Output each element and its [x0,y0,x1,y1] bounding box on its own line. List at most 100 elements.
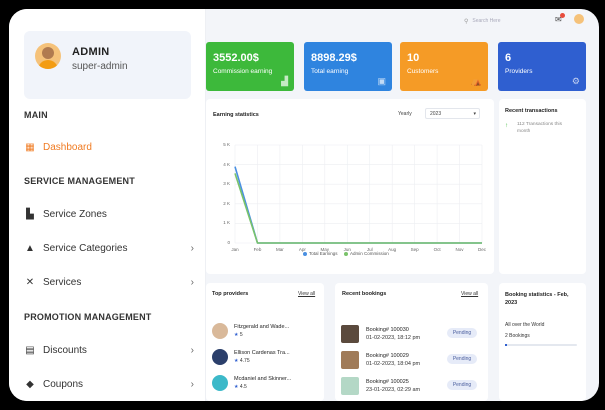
booking-row[interactable]: Booking# 100025 23-01-2023, 02:29 am Pendi… [341,376,481,398]
sidebar-item-label: Coupons [43,378,84,390]
rating-value: 4.75 [239,358,250,364]
arrow-up-icon: ↑ [505,123,508,129]
card-label: Commission earning [213,68,273,75]
provider-name: Mcdaniel and Skinner... [234,376,292,382]
avatar [35,43,61,69]
booking-row[interactable]: Booking# 100029 01-02-2023, 18:04 pm Pendi… [341,350,481,372]
card-value: 6 [505,52,512,64]
sidebar-item-label: Discounts [43,344,87,356]
user-avatar[interactable] [574,14,584,24]
card-value: 3552.00$ [213,52,259,64]
view-all-link[interactable]: View all [461,291,478,297]
panel-title: Top providers [212,291,249,297]
star-icon: ★ [234,332,239,338]
series-line-admin-commission [234,173,482,244]
legend-swatch [344,251,348,256]
provider-avatar [212,323,228,339]
status-badge: Pending [447,354,477,364]
legend-label: Total Earnings [309,251,338,256]
provider-row[interactable]: Ellison Cardenas Tra... ★ 4.75 [212,347,332,367]
sidebar-item-services[interactable]: ✕ Services › [24,273,194,291]
earning-statistics-panel: Earning statistics Yearly 2023 ▾ 5 K4 K3… [206,99,494,274]
y-tick-label: 3 K [223,181,230,187]
booking-count: 2 Bookings [505,333,530,339]
section-promotion-management: PROMOTION MANAGEMENT [24,312,152,322]
series-line-total-earnings [234,166,482,244]
booking-progress-bar [505,344,577,346]
legend-total-earnings: Total Earnings [303,251,338,256]
panel-title: Booking statistics - Feb, 2023 [505,292,569,306]
chevron-right-icon: › [190,276,194,288]
profile-name: ADMIN [72,46,110,58]
search-icon: ⚲ [464,18,469,25]
provider-row[interactable]: Mcdaniel and Skinner... ★ 4.5 [212,373,332,393]
sidebar-item-dashboard[interactable]: ▦ Dashboard [24,138,194,156]
card-value: 8898.29$ [311,52,357,64]
profile-card[interactable]: ADMIN super-admin [24,31,191,99]
booking-row[interactable]: Booking# 100030 01-02-2023, 18:12 pm Pendi… [341,324,481,346]
y-tick-label: 4 K [223,161,230,167]
top-providers-panel: Top providers View all Fitzgerald and Wa… [206,283,324,401]
booking-statistics-panel: Booking statistics - Feb, 2023 All over … [499,283,586,401]
y-tick-label: 5 K [223,142,230,147]
map-icon: ▙ [26,208,34,220]
card-label: Total earning [311,68,349,75]
gear-icon: ⚙ [571,76,580,86]
search-placeholder: Search Here [472,18,501,24]
chevron-right-icon: › [190,378,194,390]
x-tick-label: Nov [455,247,464,252]
status-badge: Pending [447,328,477,338]
booking-id: Booking# 100029 [366,353,409,359]
panel-title: Recent transactions [505,108,558,114]
sidebar-item-service-categories[interactable]: ▲ Service Categories › [24,239,194,257]
providers-card[interactable]: 6 Providers ⚙ [498,42,586,91]
chart-icon: ▟ [281,76,288,86]
booking-id: Booking# 100030 [366,327,409,333]
recent-bookings-panel: Recent bookings View all Booking# 100030… [335,283,488,401]
shapes-icon: ▲ [25,242,35,254]
view-all-link[interactable]: View all [298,291,315,297]
booking-id: Booking# 100025 [366,379,409,385]
section-service-management: SERVICE MANAGEMENT [24,176,135,186]
provider-avatar [212,375,228,391]
region-label: All over the World [505,322,545,328]
booking-date: 23-01-2023, 02:29 am [366,387,421,393]
legend-swatch [303,251,307,256]
users-icon: ⛺ [470,76,482,86]
provider-row[interactable]: Fitzgerald and Wade... ★ 5 [212,321,332,341]
provider-name: Fitzgerald and Wade... [234,324,290,330]
dashboard-icon: ▦ [25,141,35,153]
x-tick-label: Feb [253,247,262,252]
transactions-count: 112 Transactions this month [517,122,562,134]
search-input[interactable]: ⚲ Search Here [464,15,546,27]
sidebar: ADMIN super-admin MAIN ▦ Dashboard SERVI… [9,9,206,401]
y-tick-label: 2 K [223,200,230,206]
notification-badge [560,13,565,18]
chevron-right-icon: › [190,344,194,356]
provider-rating: ★ 5 [234,332,243,338]
x-tick-label: Jan [231,247,239,252]
topbar: ⚲ Search Here ✉ [206,9,599,33]
commission-earning-card[interactable]: 3552.00$ Commission earning ▟ [206,42,294,91]
x-tick-label: Dec [477,247,486,252]
booking-image [341,377,359,395]
provider-rating: ★ 4.75 [234,358,250,364]
booking-date: 01-02-2023, 18:12 pm [366,335,421,341]
sidebar-item-coupons[interactable]: ◆ Coupons › [24,375,194,393]
sidebar-item-label: Service Categories [43,242,128,254]
notification-icon[interactable]: ✉ [555,13,565,24]
recent-transactions-panel: Recent transactions ↑ 112 Transactions t… [499,99,586,274]
customers-card[interactable]: 10 Customers ⛺ [400,42,488,91]
provider-row[interactable]: Key and Jordan Tradi... [212,399,332,401]
sidebar-item-label: Service Zones [43,208,107,220]
section-main: MAIN [24,110,48,120]
x-tick-label: Mar [276,247,284,252]
sidebar-item-label: Services [43,276,82,288]
y-tick-label: 1 K [223,220,230,226]
sidebar-item-service-zones[interactable]: ▙ Service Zones [24,205,194,223]
booking-image [341,351,359,369]
total-earning-card[interactable]: 8898.29$ Total earning ▣ [304,42,392,91]
y-tick-label: 0 [227,240,230,245]
sidebar-item-discounts[interactable]: ▤ Discounts › [24,341,194,359]
card-value: 10 [407,52,420,64]
